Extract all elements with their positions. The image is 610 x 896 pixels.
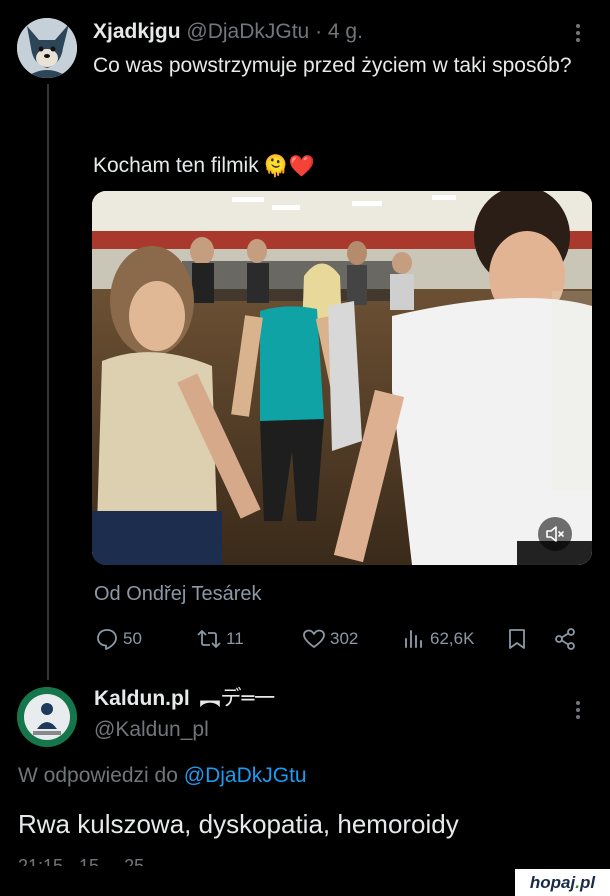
mute-icon — [546, 526, 564, 542]
video-attribution[interactable]: Od Ondřej Tesárek — [94, 583, 262, 606]
post-text-secondary: Kocham ten filmik — [93, 154, 259, 177]
repost-count: 11 — [226, 629, 244, 648]
reply-action[interactable]: 50 — [95, 625, 142, 653]
reply-text: Rwa kulszowa, dyskopatia, hemoroidy — [18, 809, 459, 839]
replying-to-mention[interactable]: @DjaDkJGtu — [184, 764, 307, 787]
reply-author-avatar[interactable] — [17, 687, 77, 747]
reply-more-button[interactable] — [568, 695, 588, 725]
post-header: Xjadkjgu @DjaDkJGtu · 4 g. — [93, 18, 363, 46]
author-avatar[interactable] — [17, 18, 77, 78]
watermark-tld: pl — [579, 872, 596, 892]
reply-author-name: Kaldun.pl — [94, 687, 190, 710]
more-icon — [576, 701, 580, 705]
like-icon — [303, 629, 325, 648]
share-icon — [555, 628, 575, 650]
post-time[interactable]: 4 g. — [328, 20, 363, 43]
watermark-name: hopaj — [529, 872, 576, 892]
reply-author-handle[interactable]: @Kaldun_pl — [94, 716, 209, 744]
replying-to-label: W odpowiedzi do — [18, 764, 178, 787]
views-icon — [405, 630, 422, 648]
mute-button[interactable] — [538, 517, 572, 551]
views-count: 62,6K — [430, 629, 475, 648]
header-separator: · — [315, 20, 323, 43]
like-action[interactable]: 302 — [302, 625, 358, 653]
author-name[interactable]: Xjadkjgu — [93, 20, 181, 43]
post-video[interactable] — [92, 191, 592, 565]
like-count: 302 — [330, 629, 359, 648]
share-action[interactable] — [553, 625, 577, 653]
emoji-melting-heart: 🫠❤️ — [262, 154, 316, 178]
site-watermark: hopaj. pl — [515, 869, 610, 896]
reply-author-name-decoration: ︻デ═一 — [199, 686, 276, 710]
reply-count: 50 — [123, 629, 142, 648]
reply-timestamp-partial: 21:15 · 15 ... 25 — [18, 856, 145, 866]
repost-action[interactable]: 11 — [196, 625, 244, 653]
thread-connector-line — [47, 84, 49, 680]
replying-to: W odpowiedzi do @DjaDkJGtu — [18, 762, 307, 790]
post-text-line2: Kocham ten filmik 🫠❤️ — [93, 150, 315, 182]
post-text: Co was powstrzymuje przed życiem w taki … — [93, 54, 572, 77]
reply-author-name-row[interactable]: Kaldun.pl ︻デ═一 — [94, 684, 275, 713]
more-icon — [576, 24, 580, 28]
author-handle[interactable]: @DjaDkJGtu — [186, 20, 309, 43]
repost-icon — [197, 630, 221, 648]
reply-icon — [97, 629, 117, 650]
kaldun-logo-image — [17, 687, 77, 747]
views-action[interactable]: 62,6K — [402, 625, 474, 653]
bookmark-action[interactable] — [505, 625, 529, 653]
cartoon-avatar-image — [17, 18, 77, 78]
post-more-button[interactable] — [568, 18, 588, 48]
video-frame-image — [92, 191, 592, 565]
bookmark-icon — [509, 629, 525, 649]
